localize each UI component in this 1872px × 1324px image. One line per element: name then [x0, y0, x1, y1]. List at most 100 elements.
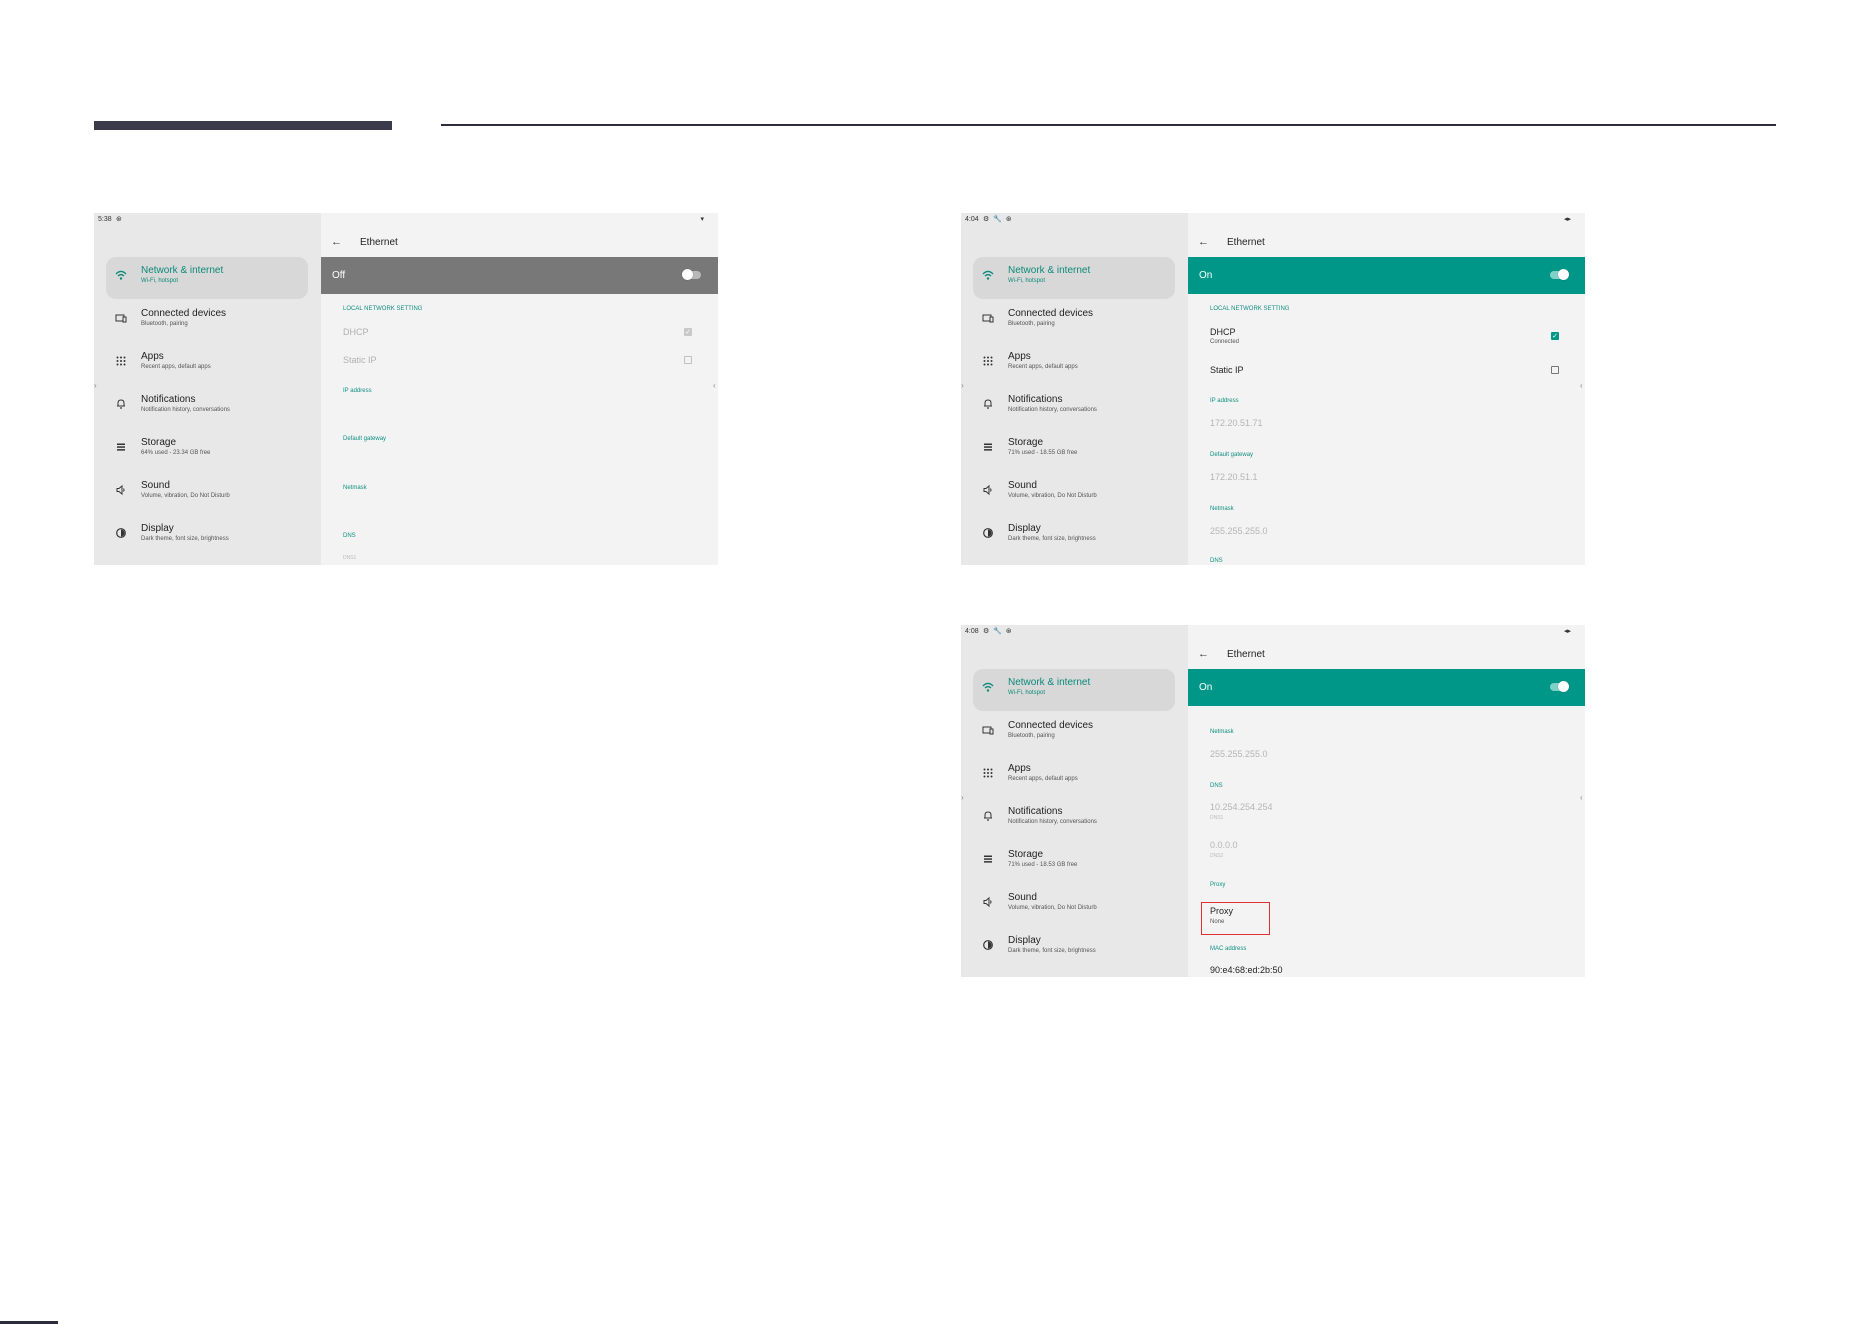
sidebar-item-title: Storage	[1008, 849, 1044, 860]
status-icons: ⚙ 🔧 ⊛	[983, 628, 1013, 635]
ethernet-switch[interactable]	[1550, 681, 1569, 692]
sidebar-nav: Network & internet Wi-Fi, hotspot Connec…	[961, 669, 1188, 973]
screenshot-ethernet-off: Network & internet Wi-Fi, hotspot Connec…	[94, 213, 718, 565]
sidebar-item-title: Notifications	[1008, 806, 1063, 817]
netmask-label: Netmask	[1210, 729, 1234, 735]
left-edge-handle: ›	[961, 381, 964, 390]
header-rule-right	[441, 124, 1776, 126]
sidebar-item-sound[interactable]: Sound Volume, vibration, Do Not Disturb	[94, 475, 321, 518]
switch-knob	[682, 269, 693, 280]
right-edge-handle: ‹	[1580, 381, 1583, 390]
sidebar-item-connected-devices[interactable]: Connected devices Bluetooth, pairing	[94, 303, 321, 346]
dns2-value: 0.0.0.0	[1210, 840, 1238, 850]
left-edge-handle: ›	[961, 793, 964, 802]
sidebar-item-network[interactable]: Network & internet Wi-Fi, hotspot	[94, 257, 321, 303]
ethernet-toggle-bar[interactable]: Off	[321, 257, 718, 294]
sidebar-item-title: Display	[1008, 935, 1041, 946]
dhcp-option[interactable]: DHCP	[343, 327, 369, 337]
ip-address-value: 172.20.51.71	[1210, 418, 1263, 428]
app-bar: ← Ethernet	[321, 227, 718, 257]
static-ip-checkbox[interactable]	[684, 356, 692, 364]
switch-knob	[1558, 269, 1569, 280]
sidebar-item-title: Sound	[1008, 480, 1037, 491]
bell-icon	[981, 810, 995, 824]
sidebar-item-display[interactable]: Display Dark theme, font size, brightnes…	[961, 518, 1188, 561]
sidebar-item-sound[interactable]: Sound Volume, vibration, Do Not Disturb	[961, 475, 1188, 518]
ethernet-switch[interactable]	[682, 269, 701, 280]
status-time: 4:04	[965, 216, 979, 223]
ethernet-status-icon: ◂▸	[1563, 216, 1571, 223]
status-time: 4:08	[965, 628, 979, 635]
sidebar-item-title: Apps	[1008, 351, 1031, 362]
status-bar: 4:04 ⚙ 🔧 ⊛ ◂▸	[961, 213, 1585, 227]
sidebar-item-apps[interactable]: Apps Recent apps, default apps	[94, 346, 321, 389]
sidebar-item-display[interactable]: Display Dark theme, font size, brightnes…	[94, 518, 321, 561]
devices-icon	[981, 724, 995, 738]
static-ip-option[interactable]: Static IP	[343, 355, 377, 365]
sidebar-item-network[interactable]: Network & internet Wi-Fi, hotspot	[961, 257, 1188, 303]
sidebar-item-subtitle: Volume, vibration, Do Not Disturb	[1008, 905, 1097, 911]
ethernet-toggle-bar[interactable]: On	[1188, 257, 1585, 294]
sidebar-item-subtitle: Dark theme, font size, brightness	[1008, 948, 1096, 954]
dhcp-checkbox[interactable]: ✓	[1551, 332, 1559, 340]
screenshot-ethernet-proxy: Network & internet Wi-Fi, hotspot Connec…	[961, 625, 1585, 977]
bell-icon	[981, 398, 995, 412]
sidebar-item-storage[interactable]: Storage 71% used - 18.55 GB free	[961, 432, 1188, 475]
static-ip-checkbox[interactable]	[1551, 366, 1559, 374]
app-bar: ← Ethernet	[1188, 227, 1585, 257]
left-edge-handle: ›	[94, 381, 97, 390]
ethernet-panel: ← Ethernet Off LOCAL NETWORK SETTING DHC…	[321, 213, 718, 565]
static-ip-option[interactable]: Static IP	[1210, 365, 1244, 375]
sidebar-item-title: Notifications	[141, 394, 196, 405]
sidebar-item-notifications[interactable]: Notifications Notification history, conv…	[94, 389, 321, 432]
sidebar-item-subtitle: Wi-Fi, hotspot	[1008, 278, 1046, 284]
sidebar-item-notifications[interactable]: Notifications Notification history, conv…	[961, 801, 1188, 844]
storage-icon	[114, 441, 128, 455]
netmask-value: 255.255.255.0	[1210, 749, 1268, 759]
back-arrow-icon[interactable]: ←	[1198, 647, 1212, 661]
sidebar-item-subtitle: 64% used - 23.34 GB free	[141, 450, 211, 456]
sidebar-item-subtitle: Wi-Fi, hotspot	[1008, 690, 1046, 696]
sidebar-item-apps[interactable]: Apps Recent apps, default apps	[961, 758, 1188, 801]
local-network-setting-label: LOCAL NETWORK SETTING	[1210, 306, 1290, 312]
ethernet-switch[interactable]	[1550, 269, 1569, 280]
sidebar-item-subtitle: Recent apps, default apps	[141, 364, 211, 370]
dhcp-option[interactable]: DHCP	[1210, 327, 1236, 337]
ethernet-toggle-bar[interactable]: On	[1188, 669, 1585, 706]
sidebar-item-notifications[interactable]: Notifications Notification history, conv…	[961, 389, 1188, 432]
sidebar-item-connected-devices[interactable]: Connected devices Bluetooth, pairing	[961, 715, 1188, 758]
back-arrow-icon[interactable]: ←	[1198, 235, 1212, 249]
wifi-signal-icon: ▾	[700, 216, 704, 223]
wifi-icon	[981, 269, 995, 283]
settings-sidebar: Network & internet Wi-Fi, hotspot Connec…	[961, 625, 1188, 977]
proxy-option[interactable]: Proxy	[1210, 906, 1233, 916]
dhcp-checkbox[interactable]: ✓	[684, 328, 692, 336]
sidebar-item-connected-devices[interactable]: Connected devices Bluetooth, pairing	[961, 303, 1188, 346]
sidebar-item-subtitle: Notification history, conversations	[141, 407, 230, 413]
sidebar-item-subtitle: Notification history, conversations	[1008, 819, 1097, 825]
sidebar-item-title: Network & internet	[1008, 265, 1091, 276]
ip-address-label: IP address	[343, 388, 372, 394]
status-time: 5:38	[98, 216, 112, 223]
sidebar-item-subtitle: Notification history, conversations	[1008, 407, 1097, 413]
sidebar-item-network[interactable]: Network & internet Wi-Fi, hotspot	[961, 669, 1188, 715]
ethernet-status-icon: ◂▸	[1563, 628, 1571, 635]
sidebar-item-title: Apps	[1008, 763, 1031, 774]
dhcp-status: Connected	[1210, 339, 1240, 345]
ethernet-panel: ← Ethernet On LOCAL NETWORK SETTING DHCP…	[1188, 213, 1585, 565]
sidebar-item-apps[interactable]: Apps Recent apps, default apps	[961, 346, 1188, 389]
sidebar-item-title: Notifications	[1008, 394, 1063, 405]
sidebar-nav: Network & internet Wi-Fi, hotspot Connec…	[94, 257, 321, 561]
settings-sidebar: Network & internet Wi-Fi, hotspot Connec…	[961, 213, 1188, 565]
storage-icon	[981, 441, 995, 455]
back-arrow-icon[interactable]: ←	[331, 235, 345, 249]
speaker-icon	[114, 484, 128, 498]
sidebar-item-display[interactable]: Display Dark theme, font size, brightnes…	[961, 930, 1188, 973]
mac-address-label: MAC address	[1210, 946, 1247, 952]
sidebar-item-storage[interactable]: Storage 64% used - 23.34 GB free	[94, 432, 321, 475]
sidebar-item-subtitle: Volume, vibration, Do Not Disturb	[141, 493, 230, 499]
dns1-label: DNS1	[343, 555, 357, 561]
sidebar-item-sound[interactable]: Sound Volume, vibration, Do Not Disturb	[961, 887, 1188, 930]
sidebar-item-storage[interactable]: Storage 71% used - 18.53 GB free	[961, 844, 1188, 887]
sidebar-item-highlight	[106, 257, 308, 299]
